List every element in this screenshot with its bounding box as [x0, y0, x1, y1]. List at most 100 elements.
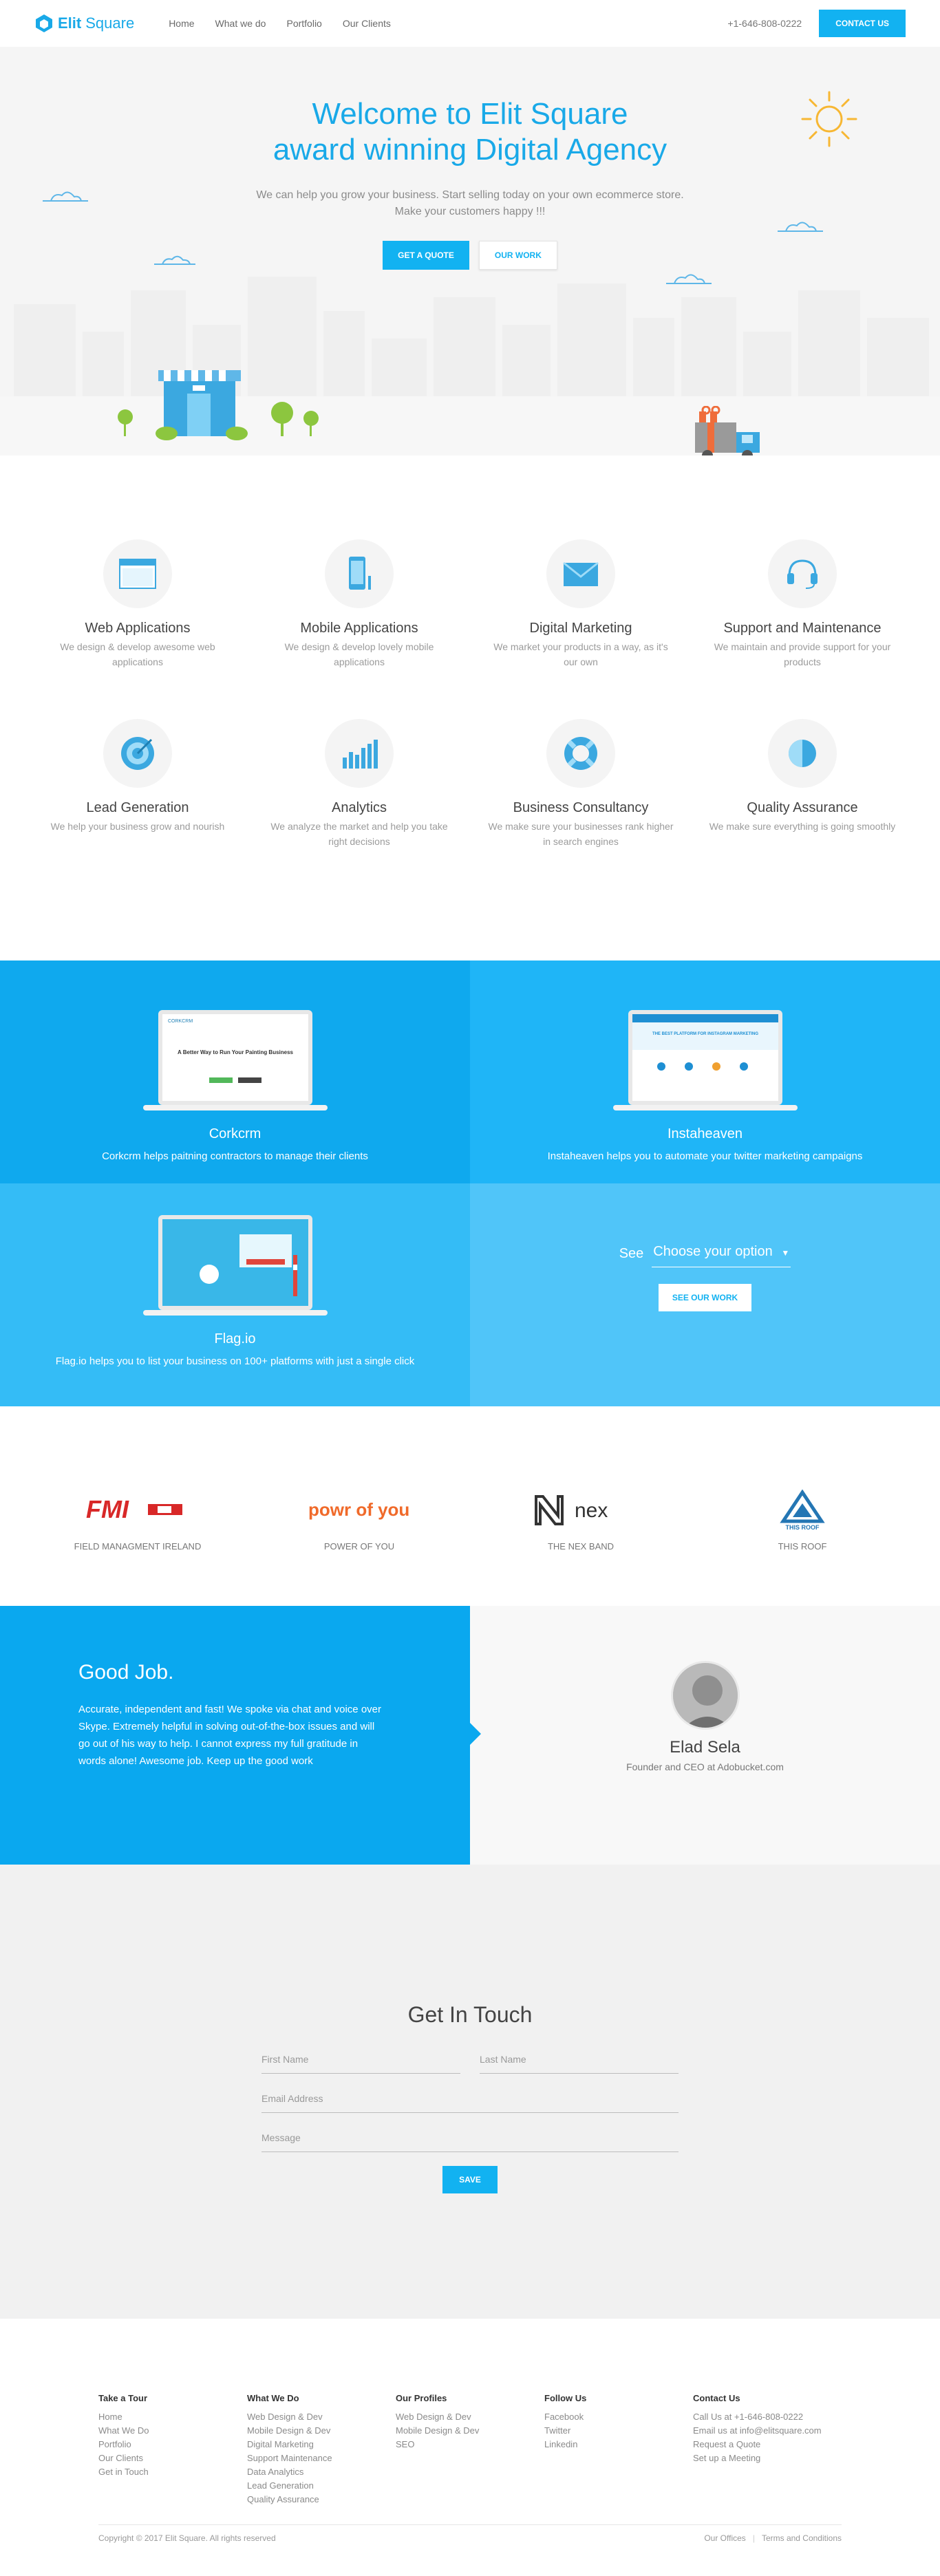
nav-link-our-clients[interactable]: Our Clients [343, 18, 391, 29]
lifebuoy-icon [546, 719, 615, 788]
service-title: Digital Marketing [529, 621, 632, 636]
portfolio-title: Instaheaven [667, 1126, 743, 1141]
nav-link-portfolio[interactable]: Portfolio [286, 18, 321, 29]
top-nav: Elit Square Home What we do Portfolio Ou… [0, 0, 940, 47]
headset-icon [768, 539, 837, 608]
main-menu: Home What we do Portfolio Our Clients [169, 18, 391, 29]
footer-link-twitter[interactable]: Twitter [544, 2424, 693, 2438]
footer-link[interactable]: What We Do [98, 2424, 247, 2438]
footer-link-linkedin[interactable]: Linkedin [544, 2438, 693, 2451]
insta-screen-heading: THE BEST PLATFORM FOR INSTAGRAM MARKETIN… [652, 1032, 758, 1036]
footer-bottom-bar: Copyright © 2017 Elit Square. All rights… [98, 2524, 842, 2543]
footer-link[interactable]: Lead Generation [247, 2479, 396, 2493]
footer-link[interactable]: Mobile Design & Dev [396, 2424, 544, 2438]
save-button[interactable]: SAVE [442, 2166, 498, 2193]
footer-col-title: Take a Tour [98, 2393, 148, 2403]
divider: | [752, 2533, 755, 2543]
client-this-roof[interactable]: THIS ROOF THIS ROOF [692, 1489, 913, 1606]
speech-notch [470, 1723, 481, 1745]
shop-illustration [118, 370, 319, 440]
brand-logo[interactable]: Elit Square [34, 14, 134, 33]
terms-link[interactable]: Terms and Conditions [762, 2533, 842, 2543]
services-section: Web Applications We design & develop awe… [0, 455, 940, 960]
footer-link[interactable]: Call Us at +1-646-808-0222 [693, 2410, 842, 2424]
footer-link[interactable]: Support Maintenance [247, 2451, 396, 2465]
footer-col-follow-us: Follow Us Facebook Twitter Linkedin [544, 2393, 693, 2507]
service-title: Analytics [331, 800, 387, 815]
contact-title: Get In Touch [407, 2002, 533, 2027]
service-mobile-applications: Mobile Applications We design & develop … [248, 539, 470, 669]
message-field[interactable]: Message [261, 2127, 679, 2152]
service-business-consultancy: Business Consultancy We make sure your b… [470, 719, 692, 849]
portfolio-item-instaheaven[interactable]: THE BEST PLATFORM FOR INSTAGRAM MARKETIN… [470, 960, 940, 1183]
brand-suffix: Square [85, 14, 135, 32]
portfolio-title: Flag.io [214, 1331, 256, 1346]
hero-title-line1: Welcome to Elit Square [312, 97, 628, 131]
get-a-quote-button[interactable]: GET A QUOTE [383, 241, 469, 270]
hero-title: Welcome to Elit Square award winning Dig… [0, 47, 940, 168]
testimonial-quote: Accurate, independent and fast! We spoke… [78, 1704, 381, 1767]
footer-link[interactable]: Web Design & Dev [247, 2410, 396, 2424]
service-title: Support and Maintenance [723, 621, 882, 636]
client-nex[interactable]: nex THE NEX BAND [470, 1489, 692, 1606]
portfolio-desc: Flag.io helps you to list your business … [55, 1355, 415, 1367]
our-work-button[interactable]: OUR WORK [478, 241, 557, 270]
service-lead-generation: Lead Generation We help your business gr… [27, 719, 248, 849]
footer-link[interactable]: SEO [396, 2438, 544, 2451]
avatar [670, 1661, 740, 1730]
footer-link[interactable]: Data Analytics [247, 2465, 396, 2479]
footer-link[interactable]: Home [98, 2410, 247, 2424]
svg-text:THIS ROOF: THIS ROOF [786, 1524, 820, 1531]
see-our-work-button[interactable]: SEE OUR WORK [658, 1284, 752, 1311]
corkcrm-screen-logo: CORKCRM [168, 1019, 193, 1024]
delivery-truck-illustration [695, 406, 760, 455]
client-fmi[interactable]: FMI FIELD MANAGMENT IRELAND [27, 1489, 248, 1606]
portfolio-item-flagio[interactable]: Flag.io Flag.io helps you to list your b… [0, 1183, 470, 1406]
testimonial-quote-panel: Good Job. Accurate, independent and fast… [0, 1606, 481, 1865]
our-offices-link[interactable]: Our Offices [704, 2533, 745, 2543]
footer: Take a Tour Home What We Do Portfolio Ou… [0, 2319, 940, 2572]
service-desc: We market your products in a way, as it'… [493, 641, 668, 667]
contact-us-button[interactable]: CONTACT US [819, 10, 906, 37]
service-quality-assurance: Quality Assurance We make sure everythin… [692, 719, 913, 849]
footer-link[interactable]: Set up a Meeting [693, 2451, 842, 2465]
portfolio-section: CORKCRM A Better Way to Run Your Paintin… [0, 960, 940, 1406]
footer-link[interactable]: Quality Assurance [247, 2493, 396, 2507]
footer-col-title: Our Profiles [396, 2393, 447, 2403]
hero-subtitle: We can help you grow your business. Star… [256, 189, 684, 217]
footer-col-title: Follow Us [544, 2393, 587, 2403]
footer-link[interactable]: Digital Marketing [247, 2438, 396, 2451]
email-field[interactable]: Email Address [261, 2087, 679, 2113]
nex-logo: nex [470, 1489, 692, 1532]
nav-link-what-we-do[interactable]: What we do [215, 18, 266, 29]
logo-hex-icon [36, 14, 52, 32]
service-desc: We analyze the market and help you take … [270, 821, 448, 847]
select-value: Choose your option [653, 1244, 773, 1259]
portfolio-category-select[interactable]: Choose your option ▼ [652, 1240, 791, 1267]
portfolio-item-corkcrm[interactable]: CORKCRM A Better Way to Run Your Paintin… [0, 960, 470, 1183]
service-title: Web Applications [85, 621, 191, 636]
half-circle-icon [768, 719, 837, 788]
client-power-of-you[interactable]: powr of you POWER OF YOU [248, 1489, 470, 1606]
svg-text:nex: nex [575, 1499, 608, 1522]
footer-link[interactable]: Request a Quote [693, 2438, 842, 2451]
service-web-applications: Web Applications We design & develop awe… [27, 539, 248, 669]
contact-section: Get In Touch First Name Last Name Email … [0, 1865, 940, 2319]
footer-link[interactable]: Our Clients [98, 2451, 247, 2465]
footer-link-facebook[interactable]: Facebook [544, 2410, 693, 2424]
svg-text:FMI: FMI [86, 1495, 129, 1523]
portfolio-desc: Corkcrm helps paitning contractors to ma… [102, 1150, 368, 1162]
footer-link[interactable]: Get in Touch [98, 2465, 247, 2479]
this-roof-logo: THIS ROOF [692, 1489, 913, 1532]
service-desc: We make sure your businesses rank higher… [488, 821, 674, 847]
footer-link[interactable]: Email us at info@elitsquare.com [693, 2424, 842, 2438]
first-name-field[interactable]: First Name [261, 2048, 460, 2074]
hero-title-line2: award winning Digital Agency [273, 133, 667, 167]
footer-link[interactable]: Portfolio [98, 2438, 247, 2451]
last-name-field[interactable]: Last Name [480, 2048, 679, 2074]
footer-link[interactable]: Mobile Design & Dev [247, 2424, 396, 2438]
nav-link-home[interactable]: Home [169, 18, 194, 29]
corkcrm-screen-heading: A Better Way to Run Your Painting Busine… [177, 1049, 293, 1055]
nav-phone[interactable]: +1-646-808-0222 [727, 18, 802, 29]
footer-link[interactable]: Web Design & Dev [396, 2410, 544, 2424]
